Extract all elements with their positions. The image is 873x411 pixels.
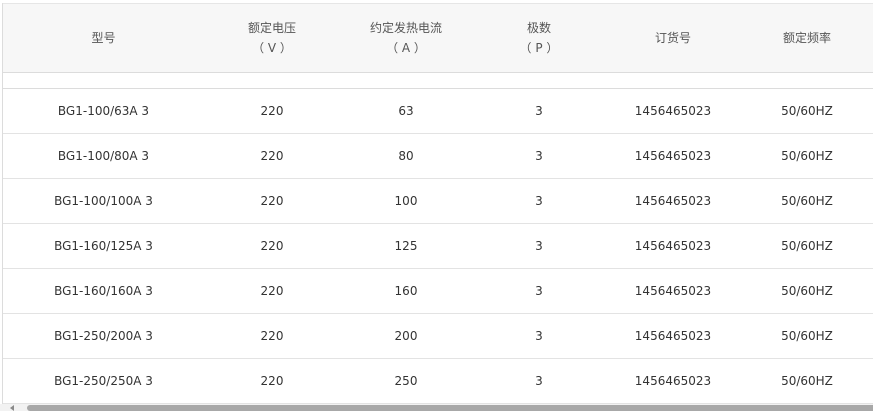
cell-poles: 3	[471, 313, 606, 359]
cell-voltage: 220	[204, 313, 341, 359]
cell-poles: 3	[471, 268, 606, 314]
scrollbar-thumb[interactable]	[27, 405, 873, 411]
cell-order-number: 1456465023	[605, 313, 740, 359]
cell-order-number: 1456465023	[605, 178, 740, 224]
cell-frequency: 50/60HZ	[739, 268, 873, 314]
cell-order-number: 1456465023	[605, 88, 740, 134]
header-spacer	[3, 72, 873, 89]
cell-poles: 3	[471, 88, 606, 134]
cell-voltage: 220	[204, 268, 341, 314]
cell-model: BG1-250/200A 3	[3, 313, 204, 359]
cell-order-number: 1456465023	[605, 133, 740, 179]
cell-current: 160	[340, 268, 472, 314]
cell-model: BG1-160/125A 3	[3, 223, 204, 269]
cell-voltage: 220	[204, 223, 341, 269]
cell-current: 200	[340, 313, 472, 359]
header-thermal-current-label: 约定发热电流	[369, 21, 442, 35]
cell-frequency: 50/60HZ	[739, 88, 873, 134]
cell-model: BG1-250/250A 3	[3, 358, 204, 404]
table-header-row: 型号 额定电压 （ V ） 约定发热电流 （ A ） 极数 （ P ） 订货号	[3, 3, 873, 73]
cell-poles: 3	[471, 133, 606, 179]
table-row: BG1-250/200A 3 220 200 3 1456465023 50/6…	[3, 313, 873, 359]
table-row: BG1-100/100A 3 220 100 3 1456465023 50/6…	[3, 178, 873, 224]
table-row: BG1-100/63A 3 220 63 3 1456465023 50/60H…	[3, 88, 873, 134]
cell-voltage: 220	[204, 358, 341, 404]
header-rated-voltage-label: 额定电压	[248, 21, 297, 35]
cell-current: 63	[340, 88, 472, 134]
cell-current: 125	[340, 223, 472, 269]
header-model: 型号	[3, 3, 204, 73]
cell-poles: 3	[471, 223, 606, 269]
cell-model: BG1-100/63A 3	[3, 88, 204, 134]
cell-frequency: 50/60HZ	[739, 313, 873, 359]
header-thermal-current: 约定发热电流 （ A ）	[340, 3, 472, 73]
chevron-left-icon[interactable]	[10, 405, 14, 411]
table-row: BG1-100/80A 3 220 80 3 1456465023 50/60H…	[3, 133, 873, 179]
spec-table: 型号 额定电压 （ V ） 约定发热电流 （ A ） 极数 （ P ） 订货号	[3, 3, 873, 404]
header-spacer-row	[3, 72, 873, 89]
cell-frequency: 50/60HZ	[739, 133, 873, 179]
header-poles-label: 极数	[526, 21, 551, 35]
header-rated-frequency: 额定频率	[739, 3, 873, 73]
header-model-label: 型号	[91, 31, 116, 45]
cell-current: 100	[340, 178, 472, 224]
header-rated-voltage: 额定电压 （ V ）	[204, 3, 341, 73]
cell-order-number: 1456465023	[605, 223, 740, 269]
header-poles-unit: （ P ）	[519, 41, 559, 55]
cell-poles: 3	[471, 358, 606, 404]
header-order-number: 订货号	[605, 3, 740, 73]
table-row: BG1-160/160A 3 220 160 3 1456465023 50/6…	[3, 268, 873, 314]
header-order-number-label: 订货号	[654, 31, 691, 45]
cell-frequency: 50/60HZ	[739, 223, 873, 269]
cell-model: BG1-160/160A 3	[3, 268, 204, 314]
table-row: BG1-160/125A 3 220 125 3 1456465023 50/6…	[3, 223, 873, 269]
cell-frequency: 50/60HZ	[739, 178, 873, 224]
table-row: BG1-250/250A 3 220 250 3 1456465023 50/6…	[3, 358, 873, 404]
spec-table-container: 型号 额定电压 （ V ） 约定发热电流 （ A ） 极数 （ P ） 订货号	[2, 3, 873, 404]
header-rated-voltage-unit: （ V ）	[252, 41, 292, 55]
cell-frequency: 50/60HZ	[739, 358, 873, 404]
cell-voltage: 220	[204, 88, 341, 134]
cell-voltage: 220	[204, 178, 341, 224]
header-poles: 极数 （ P ）	[471, 3, 606, 73]
cell-order-number: 1456465023	[605, 358, 740, 404]
cell-order-number: 1456465023	[605, 268, 740, 314]
header-thermal-current-unit: （ A ）	[386, 41, 426, 55]
cell-voltage: 220	[204, 133, 341, 179]
cell-current: 80	[340, 133, 472, 179]
cell-model: BG1-100/100A 3	[3, 178, 204, 224]
header-rated-frequency-label: 额定频率	[782, 31, 831, 45]
cell-current: 250	[340, 358, 472, 404]
horizontal-scrollbar[interactable]	[0, 404, 873, 411]
cell-poles: 3	[471, 178, 606, 224]
cell-model: BG1-100/80A 3	[3, 133, 204, 179]
